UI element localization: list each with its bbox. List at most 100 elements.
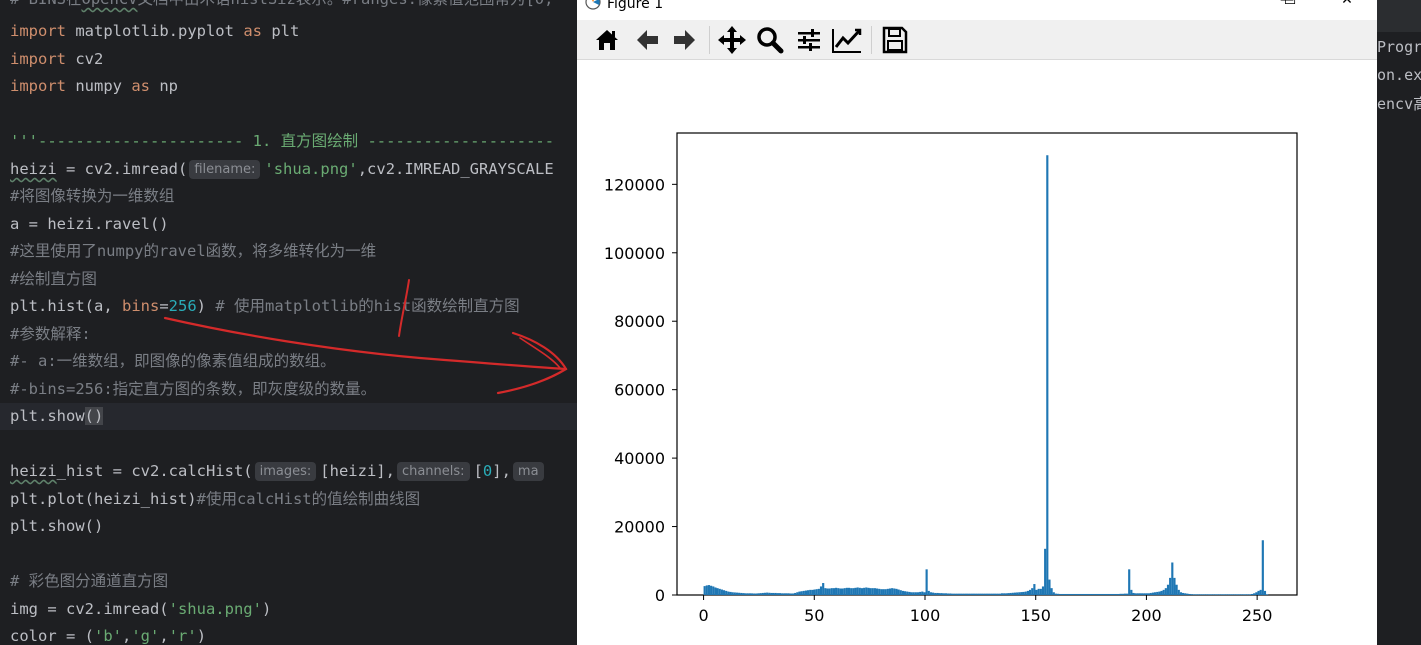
- parameter-hint: ma: [512, 462, 544, 481]
- histogram-bar: [1201, 594, 1204, 595]
- code-text: ): [196, 627, 207, 645]
- histogram-bar: [1132, 592, 1135, 595]
- keyword: import: [10, 50, 66, 68]
- histogram-bar: [912, 592, 915, 595]
- histogram-bar: [1136, 593, 1139, 595]
- histogram-bar: [856, 587, 859, 595]
- code-text: ],: [492, 462, 511, 480]
- histogram-bar: [1242, 594, 1245, 595]
- maximize-button[interactable]: ☐: [1280, 0, 1300, 8]
- histogram-bar: [804, 590, 808, 595]
- docstring: '''---------------------- 1. 直方图绘制 -----…: [10, 132, 555, 150]
- y-tick-label: 120000: [604, 175, 665, 194]
- histogram-bar: [785, 593, 788, 595]
- histogram-bar: [796, 592, 799, 595]
- y-tick-label: 60000: [614, 381, 665, 400]
- histogram-bar: [903, 591, 907, 595]
- histogram-bar: [841, 588, 844, 595]
- histogram-bar: [1238, 594, 1241, 595]
- figure-titlebar[interactable]: Figure 1 — ☐ ✕: [577, 0, 1377, 20]
- toolbar-separator: [871, 26, 872, 54]
- figure-window[interactable]: Figure 1 — ☐ ✕ 0 50 100 150 200 250 0 20…: [577, 0, 1377, 645]
- histogram-bar: [1248, 594, 1251, 595]
- histogram-bar: [1072, 593, 1075, 595]
- histogram-bar: [787, 593, 790, 595]
- histogram-chart[interactable]: 0 50 100 150 200 250 0 20000 40000 60000 80000 100…: [577, 60, 1377, 645]
- histogram-bar: [1082, 593, 1086, 595]
- histogram-bar: [1207, 594, 1211, 595]
- histogram-bar: [789, 593, 792, 595]
- histogram-bar: [1130, 589, 1133, 595]
- y-tick-label: 80000: [614, 312, 665, 331]
- histogram-bar: [1220, 594, 1223, 595]
- histogram-bar: [983, 593, 986, 595]
- code-text: plt.plot(heizi_hist): [10, 490, 197, 508]
- histogram-bar: [1080, 593, 1083, 595]
- histogram-bar: [1102, 593, 1105, 595]
- code-line-14: #-bins=256:指定直方图的条数，即灰度级的数量。: [10, 376, 376, 403]
- histogram-bar: [1153, 592, 1157, 595]
- histogram-bar: [1125, 593, 1129, 595]
- histogram-bar: [953, 593, 956, 595]
- histogram-bar: [776, 593, 780, 595]
- keyword: import: [10, 22, 66, 40]
- code-comment: # BINS在: [10, 0, 82, 8]
- histogram-bar: [932, 592, 935, 595]
- x-tick-label: 50: [804, 606, 824, 625]
- histogram-bar: [772, 592, 775, 595]
- histogram-bar: [755, 593, 758, 595]
- histogram-bar: [740, 592, 743, 595]
- histogram-bar: [1095, 593, 1098, 595]
- histogram-bar: [746, 593, 749, 595]
- code-text: np: [150, 77, 178, 95]
- code-line-7: #将图像转换为一维数组: [10, 183, 174, 210]
- configure-subplots-button[interactable]: [793, 24, 825, 56]
- code-text: ,: [122, 627, 132, 645]
- edit-axis-button[interactable]: [831, 24, 863, 56]
- histogram-bar: [1233, 594, 1236, 595]
- histogram-bar: [1188, 593, 1191, 595]
- code-line-2: import cv2: [10, 46, 103, 73]
- code-editor[interactable]: # BINS在OpenCV文档中由术语histSiz表示。#ranges:像素值…: [0, 0, 577, 645]
- histogram-bar: [1190, 594, 1193, 595]
- histogram-bar: [1225, 594, 1228, 595]
- close-button[interactable]: ✕: [1337, 0, 1357, 8]
- histogram-bar: [735, 592, 739, 595]
- code-variable: heizi: [10, 462, 57, 480]
- histogram-bar: [1035, 589, 1038, 595]
- matplotlib-logo-icon: [585, 0, 601, 10]
- histogram-bar: [1069, 593, 1073, 595]
- histogram-bar: [966, 593, 969, 595]
- histogram-bar: [1016, 592, 1019, 595]
- pan-button[interactable]: [716, 24, 748, 56]
- histogram-bar: [970, 593, 973, 595]
- terminal-panel[interactable]: Progr on.ex encv高: [1377, 0, 1421, 645]
- home-button[interactable]: [591, 24, 623, 56]
- toolbar-separator: [709, 26, 710, 54]
- forward-button[interactable]: [669, 24, 701, 56]
- histogram-bar: [919, 591, 922, 595]
- code-comment: #- a:一维数组，即图像的像素值组成的数组。: [10, 352, 336, 370]
- histogram-bar: [1177, 589, 1180, 595]
- histogram-bar: [1046, 155, 1049, 595]
- code-text: a = heizi.ravel(): [10, 215, 169, 233]
- histogram-bar: [807, 590, 810, 595]
- save-button[interactable]: [879, 24, 911, 56]
- zoom-button[interactable]: [754, 24, 786, 56]
- code-line-12: #参数解释:: [10, 321, 91, 348]
- histogram-bar: [860, 588, 864, 595]
- terminal-line: on.ex: [1377, 66, 1421, 84]
- histogram-bar: [1259, 589, 1262, 595]
- histogram-bar: [947, 593, 950, 595]
- histogram-bar: [899, 590, 902, 595]
- histogram-bar: [1100, 593, 1103, 595]
- back-button[interactable]: [631, 24, 663, 56]
- histogram-bar: [906, 591, 909, 595]
- histogram-bar: [1186, 593, 1189, 595]
- histogram-bar: [867, 587, 870, 595]
- histogram-bar: [830, 588, 833, 595]
- histogram-bar: [1044, 548, 1047, 595]
- histogram-bar: [791, 593, 795, 595]
- histogram-bar: [1173, 577, 1176, 595]
- histogram-bar: [1039, 588, 1042, 595]
